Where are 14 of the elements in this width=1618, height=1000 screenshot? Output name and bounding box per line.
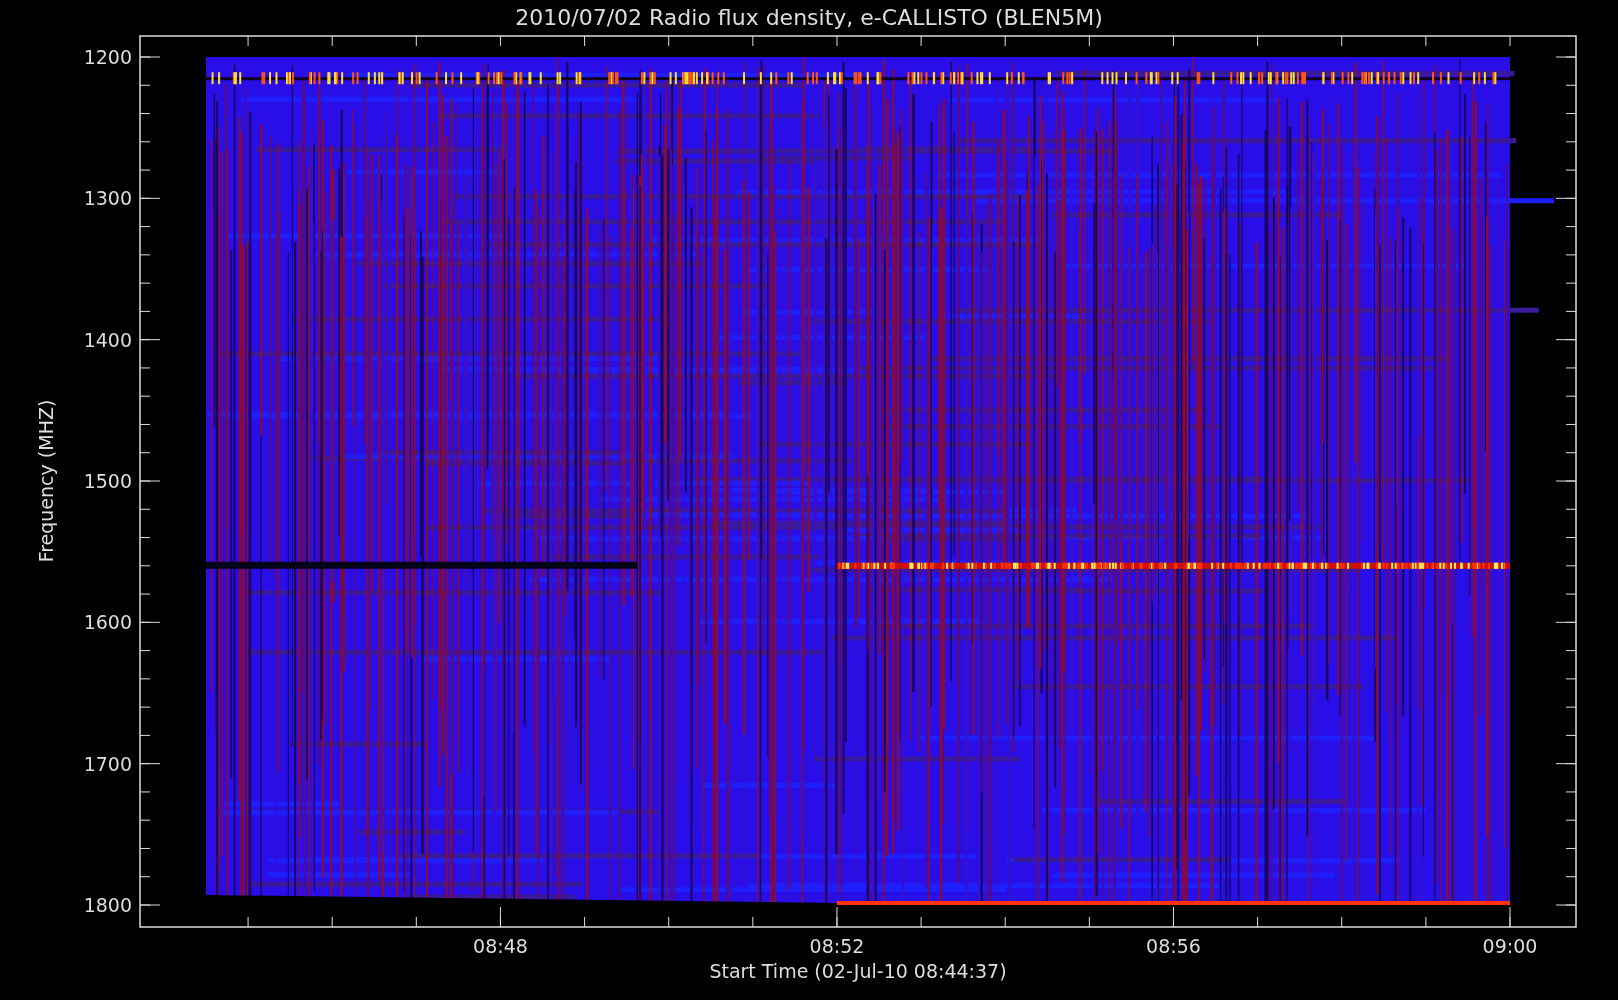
x-tick-label: 08:56 [1146,935,1201,957]
x-axis-label: Start Time (02-Jul-10 08:44:37) [709,960,1007,982]
y-tick-label: 1800 [83,894,132,916]
y-tick-label: 1500 [83,470,132,492]
x-tick-label: 09:00 [1482,935,1538,957]
y-tick-label: 1300 [83,187,132,210]
y-tick-label: 1200 [83,46,132,68]
chart-title: 2010/07/02 Radio flux density, e-CALLISTO (BLEN5M) [515,5,1103,30]
y-axis-label: Frequency (MHZ) [35,399,57,563]
y-tick-label: 1400 [83,328,132,351]
x-tick-label: 08:52 [809,935,865,957]
x-tick-label: 08:48 [473,935,528,957]
y-tick-label: 1600 [83,611,132,634]
y-tick-label: 1700 [83,752,132,775]
